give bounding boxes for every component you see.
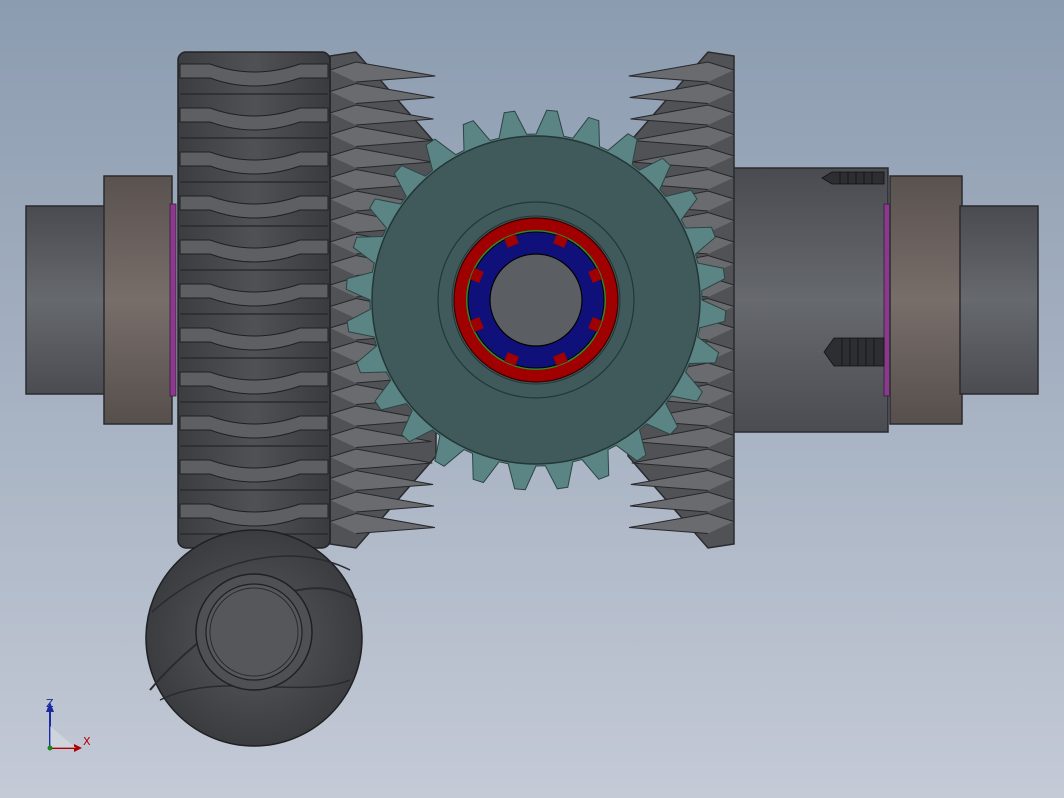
- spline-hub: [453, 217, 619, 383]
- left-bearing: [103, 175, 173, 425]
- spur-gear[interactable]: [345, 109, 727, 491]
- x-axis-label: X: [83, 735, 91, 748]
- left-seal: [169, 203, 177, 397]
- z-axis-label: Z: [46, 697, 54, 710]
- gear-assembly-model[interactable]: [0, 0, 1064, 798]
- set-screw-bottom: [823, 337, 885, 367]
- set-screw-top: [821, 171, 885, 185]
- bore: [489, 253, 583, 347]
- worm[interactable]: [145, 529, 363, 747]
- left-shaft[interactable]: [25, 175, 177, 425]
- right-bearing: [889, 175, 963, 425]
- worm-wheel[interactable]: [177, 51, 331, 549]
- graphics-viewport[interactable]: Z X: [0, 0, 1064, 798]
- right-shaft[interactable]: [727, 167, 1039, 433]
